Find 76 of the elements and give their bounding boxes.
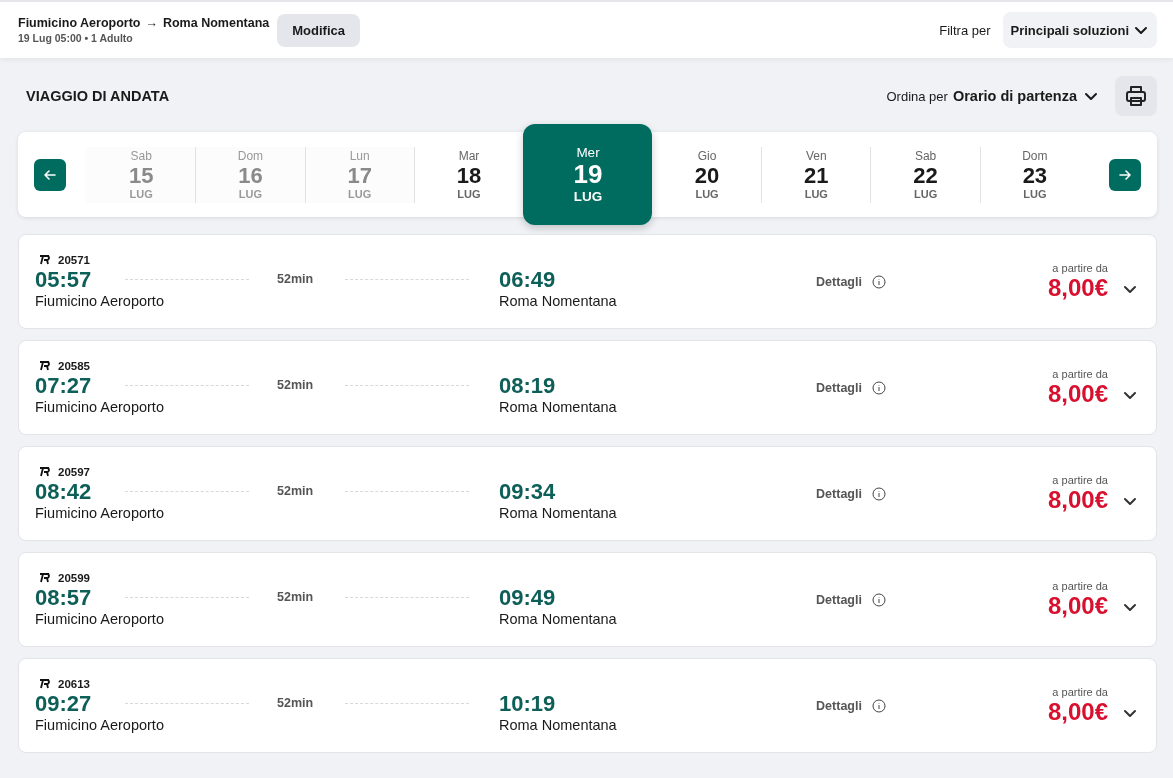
origin-station: Fiumicino Aeroporto bbox=[18, 16, 141, 30]
details-link[interactable]: Dettagli bbox=[816, 486, 862, 501]
details-link[interactable]: Dettagli bbox=[816, 380, 862, 395]
arrival-time: 09:49 bbox=[499, 584, 556, 611]
arrival-time: 06:49 bbox=[499, 266, 556, 293]
trip-duration: 52min bbox=[277, 378, 315, 393]
date-tab[interactable]: Dom 23 LUG bbox=[979, 146, 1089, 203]
edit-button[interactable]: Modifica bbox=[277, 13, 360, 47]
price-caption: a partire da bbox=[1052, 685, 1108, 698]
departure-station: Fiumicino Aeroporto bbox=[35, 399, 165, 416]
arrival-station: Roma Nomentana bbox=[499, 293, 617, 310]
details-link[interactable]: Dettagli bbox=[816, 274, 862, 289]
route-arrow: → bbox=[145, 16, 158, 30]
arrival-time: 09:34 bbox=[499, 478, 556, 505]
price: 8,00€ bbox=[1047, 379, 1108, 408]
printer-icon bbox=[1124, 84, 1148, 108]
price: 8,00€ bbox=[1047, 273, 1108, 302]
price: 8,00€ bbox=[1047, 485, 1108, 514]
train-logo-icon bbox=[39, 572, 50, 584]
departure-station: Fiumicino Aeroporto bbox=[35, 505, 165, 522]
details-link[interactable]: Dettagli bbox=[816, 698, 862, 713]
sort-dropdown[interactable]: Orario di partenza bbox=[952, 88, 1099, 104]
departure-station: Fiumicino Aeroporto bbox=[35, 717, 165, 734]
date-tab[interactable]: Ven 21 LUG bbox=[761, 146, 871, 203]
trip-duration: 52min bbox=[277, 484, 315, 499]
info-icon bbox=[871, 380, 886, 395]
train-number: 20599 bbox=[58, 571, 90, 584]
departure-time: 08:57 bbox=[35, 584, 93, 611]
trip-duration: 52min bbox=[277, 590, 315, 605]
date-tab[interactable]: Gio 20 LUG bbox=[651, 146, 762, 203]
departure-time: 08:42 bbox=[35, 478, 93, 505]
departure-time: 05:57 bbox=[35, 266, 93, 293]
trip-duration: 52min bbox=[277, 272, 315, 287]
info-icon bbox=[871, 274, 886, 289]
sort-label: Ordina per bbox=[886, 88, 948, 104]
details-link[interactable]: Dettagli bbox=[816, 592, 862, 607]
trip-duration: 52min bbox=[277, 696, 315, 711]
train-logo-icon bbox=[39, 254, 50, 266]
train-number: 20597 bbox=[58, 465, 90, 478]
price-caption: a partire da bbox=[1052, 473, 1108, 486]
section-title: VIAGGIO DI ANDATA bbox=[26, 88, 170, 104]
arrival-station: Roma Nomentana bbox=[499, 399, 617, 416]
train-number: 20613 bbox=[58, 677, 90, 690]
train-logo-icon bbox=[39, 678, 50, 690]
price-caption: a partire da bbox=[1052, 367, 1108, 380]
date-tab[interactable]: Sab 22 LUG bbox=[870, 146, 980, 203]
info-icon bbox=[871, 698, 886, 713]
price: 8,00€ bbox=[1047, 697, 1108, 726]
arrow-right-icon bbox=[1118, 167, 1132, 182]
train-logo-icon bbox=[39, 466, 50, 478]
price-caption: a partire da bbox=[1052, 579, 1108, 592]
train-number: 20585 bbox=[58, 359, 90, 372]
departure-time: 09:27 bbox=[35, 690, 93, 717]
previous-button[interactable] bbox=[34, 158, 66, 191]
arrival-station: Roma Nomentana bbox=[499, 717, 617, 734]
arrow-left-icon bbox=[43, 167, 57, 182]
destination-station: Roma Nomentana bbox=[162, 16, 270, 30]
train-number: 20571 bbox=[58, 253, 90, 266]
info-icon bbox=[871, 592, 886, 607]
trip-summary: 19 Lug 05:00 • 1 Adulto bbox=[18, 32, 134, 44]
arrival-station: Roma Nomentana bbox=[499, 505, 617, 522]
price: 8,00€ bbox=[1047, 591, 1108, 620]
train-logo-icon bbox=[39, 360, 50, 372]
filter-dropdown[interactable]: Principali soluzioni bbox=[1002, 12, 1157, 48]
next-button[interactable] bbox=[1109, 158, 1141, 191]
price-caption: a partire da bbox=[1052, 261, 1108, 274]
filter-label: Filtra per bbox=[939, 22, 991, 38]
arrival-station: Roma Nomentana bbox=[499, 611, 617, 628]
departure-station: Fiumicino Aeroporto bbox=[35, 293, 165, 310]
departure-station: Fiumicino Aeroporto bbox=[35, 611, 165, 628]
print-button[interactable] bbox=[1115, 76, 1157, 116]
arrival-time: 10:19 bbox=[499, 690, 556, 717]
date-tab[interactable]: Mer 19 LUG bbox=[523, 124, 652, 225]
arrival-time: 08:19 bbox=[499, 372, 556, 399]
info-icon bbox=[871, 486, 886, 501]
departure-time: 07:27 bbox=[35, 372, 93, 399]
